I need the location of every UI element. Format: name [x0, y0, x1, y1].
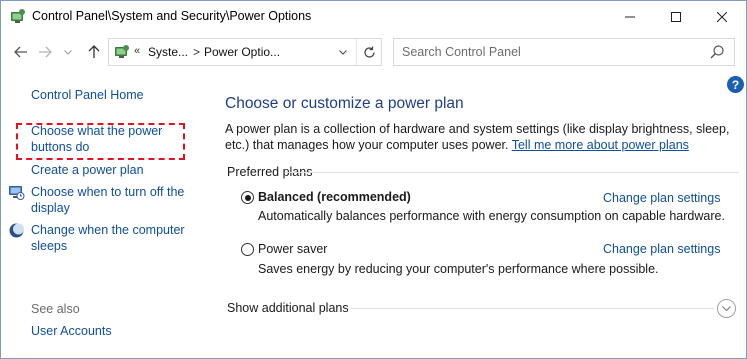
turn-off-display-link[interactable]: Choose when to turn off the display: [31, 185, 191, 216]
address-dropdown-button[interactable]: [335, 42, 351, 62]
power-options-icon: [11, 9, 25, 23]
page-description: A power plan is a collection of hardware…: [225, 122, 735, 153]
maximize-icon: [671, 11, 681, 22]
breadcrumb-power-options[interactable]: Power Optio...: [204, 45, 280, 59]
title-bar: Control Panel\System and Security\Power …: [1, 1, 746, 32]
balanced-plan-name[interactable]: Balanced (recommended): [258, 190, 411, 204]
display-clock-icon: [9, 186, 25, 200]
arrow-right-icon: [39, 46, 52, 58]
chevron-down-icon: [339, 49, 347, 55]
power-saver-plan-name[interactable]: Power saver: [258, 242, 327, 256]
expand-additional-plans-button[interactable]: [717, 299, 736, 318]
page-title: Choose or customize a power plan: [225, 95, 464, 112]
help-icon[interactable]: ?: [727, 76, 744, 93]
control-panel-icon: [115, 45, 129, 58]
minimize-button[interactable]: [607, 1, 653, 32]
show-additional-plans-label[interactable]: Show additional plans: [227, 301, 349, 315]
minimize-icon: [625, 16, 635, 17]
close-button[interactable]: [699, 1, 745, 32]
window-title: Control Panel\System and Security\Power …: [32, 9, 312, 23]
user-accounts-link[interactable]: User Accounts: [31, 324, 112, 340]
additional-plans-divider: [351, 308, 714, 309]
see-also-heading: See also: [31, 302, 80, 316]
breadcrumb-separator[interactable]: >: [193, 45, 200, 59]
balanced-plan-description: Automatically balances performance with …: [258, 209, 725, 223]
balanced-radio[interactable]: [241, 191, 254, 204]
up-button[interactable]: [84, 42, 104, 62]
chevron-down-icon: [722, 305, 731, 311]
power-saver-radio[interactable]: [241, 243, 254, 256]
arrow-up-icon: [88, 45, 100, 58]
chevron-down-icon: [64, 49, 72, 55]
power-saver-plan-description: Saves energy by reducing your computer's…: [258, 262, 659, 276]
refresh-button[interactable]: [356, 39, 382, 65]
back-button[interactable]: [11, 42, 31, 62]
search-icon[interactable]: [709, 44, 725, 60]
power-options-window: Control Panel\System and Security\Power …: [0, 0, 747, 359]
change-sleep-link[interactable]: Change when the computer sleeps: [31, 223, 191, 254]
create-power-plan-link[interactable]: Create a power plan: [31, 163, 144, 179]
address-overflow[interactable]: «: [134, 45, 140, 57]
sleep-moon-icon: [9, 223, 24, 238]
search-input[interactable]: [395, 40, 695, 64]
recent-locations-button[interactable]: [61, 42, 75, 62]
choose-power-buttons-link[interactable]: Choose what the power buttons do: [31, 124, 181, 155]
learn-more-link[interactable]: Tell me more about power plans: [512, 138, 689, 152]
breadcrumb-system-security[interactable]: Syste...: [148, 45, 188, 59]
search-box[interactable]: [393, 38, 735, 66]
maximize-button[interactable]: [653, 1, 699, 32]
arrow-left-icon: [14, 46, 27, 58]
power-saver-change-settings-link[interactable]: Change plan settings: [603, 242, 720, 256]
close-icon: [717, 11, 727, 22]
forward-button[interactable]: [35, 42, 55, 62]
balanced-change-settings-link[interactable]: Change plan settings: [603, 191, 720, 205]
preferred-plans-divider: [285, 172, 739, 173]
navigation-bar: « Syste... > Power Optio...: [1, 34, 746, 70]
address-bar[interactable]: « Syste... > Power Optio...: [108, 38, 382, 66]
refresh-icon: [364, 46, 375, 58]
control-panel-home-link[interactable]: Control Panel Home: [31, 88, 144, 104]
